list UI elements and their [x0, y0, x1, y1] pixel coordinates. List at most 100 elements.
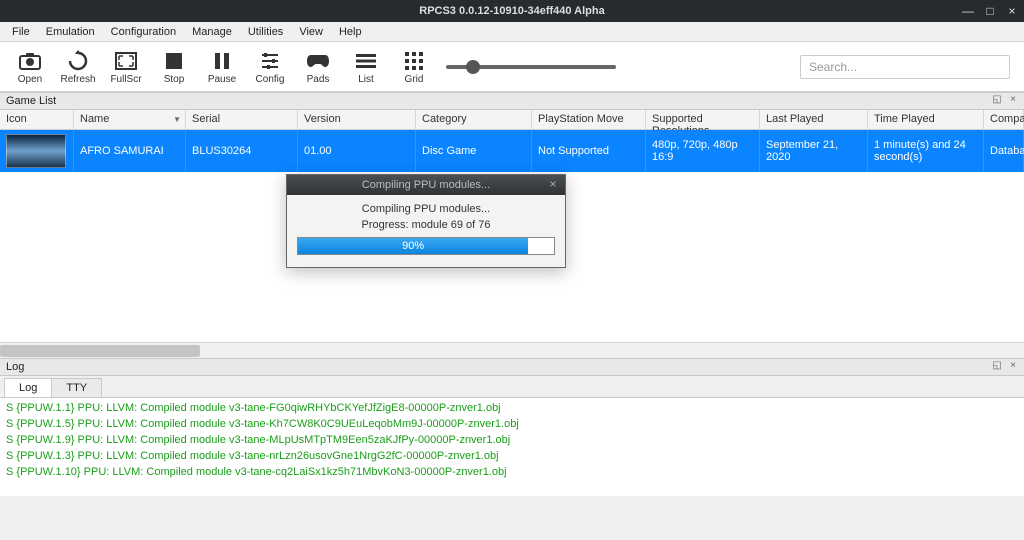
refresh-label: Refresh — [60, 74, 95, 85]
menu-help[interactable]: Help — [331, 24, 370, 40]
log-header: Log ◱ × — [0, 358, 1024, 376]
col-compat[interactable]: Compat — [984, 110, 1024, 129]
tab-tty[interactable]: TTY — [51, 378, 102, 397]
slider-thumb[interactable] — [466, 60, 480, 74]
search-input[interactable]: Search... — [800, 55, 1010, 79]
fullscreen-label: FullScr — [110, 74, 141, 85]
list-icon — [356, 48, 376, 74]
slider-track — [446, 65, 616, 69]
game-category-cell: Disc Game — [416, 130, 532, 172]
col-timeplayed[interactable]: Time Played — [868, 110, 984, 129]
log-panel: Log TTY S {PPUW.1.1} PPU: LLVM: Compiled… — [0, 376, 1024, 496]
log-detach-icon[interactable]: ◱ — [990, 360, 1004, 374]
dialog-progress-text: Progress: module 69 of 76 — [297, 219, 555, 231]
game-icon-cell — [0, 130, 74, 172]
progress-bar: 90% — [297, 237, 555, 255]
game-serial-cell: BLUS30264 — [186, 130, 298, 172]
col-lastplayed[interactable]: Last Played — [760, 110, 868, 129]
progress-fill: 90% — [298, 238, 528, 254]
close-panel-icon[interactable]: × — [1006, 94, 1020, 108]
menu-view[interactable]: View — [291, 24, 331, 40]
list-label: List — [358, 74, 374, 85]
pause-button[interactable]: Pause — [198, 44, 246, 90]
col-version[interactable]: Version — [298, 110, 416, 129]
grid-button[interactable]: Grid — [390, 44, 438, 90]
maximize-button[interactable]: □ — [982, 4, 998, 18]
log-body[interactable]: S {PPUW.1.1} PPU: LLVM: Compiled module … — [0, 398, 1024, 496]
log-line: S {PPUW.1.1} PPU: LLVM: Compiled module … — [6, 401, 1018, 417]
game-timeplayed-cell: 1 minute(s) and 24 second(s) — [868, 130, 984, 172]
sliders-icon — [260, 48, 280, 74]
search-placeholder: Search... — [809, 60, 857, 74]
dialog-body: Compiling PPU modules... Progress: modul… — [287, 195, 565, 267]
list-button[interactable]: List — [342, 44, 390, 90]
table-row[interactable]: AFRO SAMURAI BLUS30264 01.00 Disc Game N… — [0, 130, 1024, 172]
grid-icon — [405, 48, 423, 74]
progress-percent-label: 90% — [402, 240, 424, 252]
toolbar: Open Refresh FullScr Stop Pause Config P… — [0, 42, 1024, 92]
col-serial[interactable]: Serial — [186, 110, 298, 129]
gamepad-icon — [306, 48, 330, 74]
dialog-message: Compiling PPU modules... — [297, 203, 555, 215]
stop-button[interactable]: Stop — [150, 44, 198, 90]
menu-configuration[interactable]: Configuration — [103, 24, 184, 40]
log-line: S {PPUW.1.10} PPU: LLVM: Compiled module… — [6, 465, 1018, 481]
tab-log[interactable]: Log — [4, 378, 52, 397]
detach-icon[interactable]: ◱ — [990, 94, 1004, 108]
game-name-cell: AFRO SAMURAI — [74, 130, 186, 172]
fullscreen-button[interactable]: FullScr — [102, 44, 150, 90]
table-header-row: Icon Name▼ Serial Version Category PlayS… — [0, 110, 1024, 130]
refresh-icon — [67, 48, 89, 74]
grid-label: Grid — [405, 74, 424, 85]
dialog-title-text: Compiling PPU modules... — [362, 179, 490, 191]
game-compat-cell: Databas — [984, 130, 1024, 172]
game-cover-icon — [6, 134, 66, 168]
stop-icon — [165, 48, 183, 74]
col-resolutions[interactable]: Supported Resolutions — [646, 110, 760, 129]
close-button[interactable]: × — [1004, 4, 1020, 18]
sort-indicator-icon: ▼ — [173, 115, 181, 124]
game-version-cell: 01.00 — [298, 130, 416, 172]
game-lastplayed-cell: September 21, 2020 — [760, 130, 868, 172]
game-psmove-cell: Not Supported — [532, 130, 646, 172]
icon-size-slider[interactable] — [446, 65, 626, 69]
pads-button[interactable]: Pads — [294, 44, 342, 90]
pads-label: Pads — [307, 74, 330, 85]
config-button[interactable]: Config — [246, 44, 294, 90]
camera-icon — [19, 48, 41, 74]
log-close-icon[interactable]: × — [1006, 360, 1020, 374]
config-label: Config — [256, 74, 285, 85]
col-psmove[interactable]: PlayStation Move — [532, 110, 646, 129]
open-label: Open — [18, 74, 42, 85]
gamelist-title: Game List — [6, 95, 56, 107]
menu-file[interactable]: File — [4, 24, 38, 40]
compile-dialog: Compiling PPU modules... × Compiling PPU… — [286, 174, 566, 268]
fullscreen-icon — [115, 48, 137, 74]
window-title: RPCS3 0.0.12-10910-34eff440 Alpha — [419, 5, 604, 17]
col-name[interactable]: Name▼ — [74, 110, 186, 129]
log-tabs: Log TTY — [0, 376, 1024, 398]
pause-label: Pause — [208, 74, 236, 85]
titlebar: RPCS3 0.0.12-10910-34eff440 Alpha — □ × — [0, 0, 1024, 22]
refresh-button[interactable]: Refresh — [54, 44, 102, 90]
log-line: S {PPUW.1.3} PPU: LLVM: Compiled module … — [6, 449, 1018, 465]
log-title: Log — [6, 361, 24, 373]
col-category[interactable]: Category — [416, 110, 532, 129]
minimize-button[interactable]: — — [960, 4, 976, 18]
gamelist-header: Game List ◱ × — [0, 92, 1024, 110]
pause-icon — [213, 48, 231, 74]
scrollbar-thumb[interactable] — [0, 345, 200, 357]
dialog-titlebar[interactable]: Compiling PPU modules... × — [287, 175, 565, 195]
horizontal-scrollbar[interactable] — [0, 342, 1024, 358]
game-resolutions-cell: 480p, 720p, 480p 16:9 — [646, 130, 760, 172]
open-button[interactable]: Open — [6, 44, 54, 90]
stop-label: Stop — [164, 74, 185, 85]
log-line: S {PPUW.1.5} PPU: LLVM: Compiled module … — [6, 417, 1018, 433]
menu-utilities[interactable]: Utilities — [240, 24, 291, 40]
col-icon[interactable]: Icon — [0, 110, 74, 129]
dialog-close-button[interactable]: × — [545, 177, 561, 193]
menu-manage[interactable]: Manage — [184, 24, 240, 40]
menu-emulation[interactable]: Emulation — [38, 24, 103, 40]
log-line: S {PPUW.1.9} PPU: LLVM: Compiled module … — [6, 433, 1018, 449]
menubar: File Emulation Configuration Manage Util… — [0, 22, 1024, 42]
